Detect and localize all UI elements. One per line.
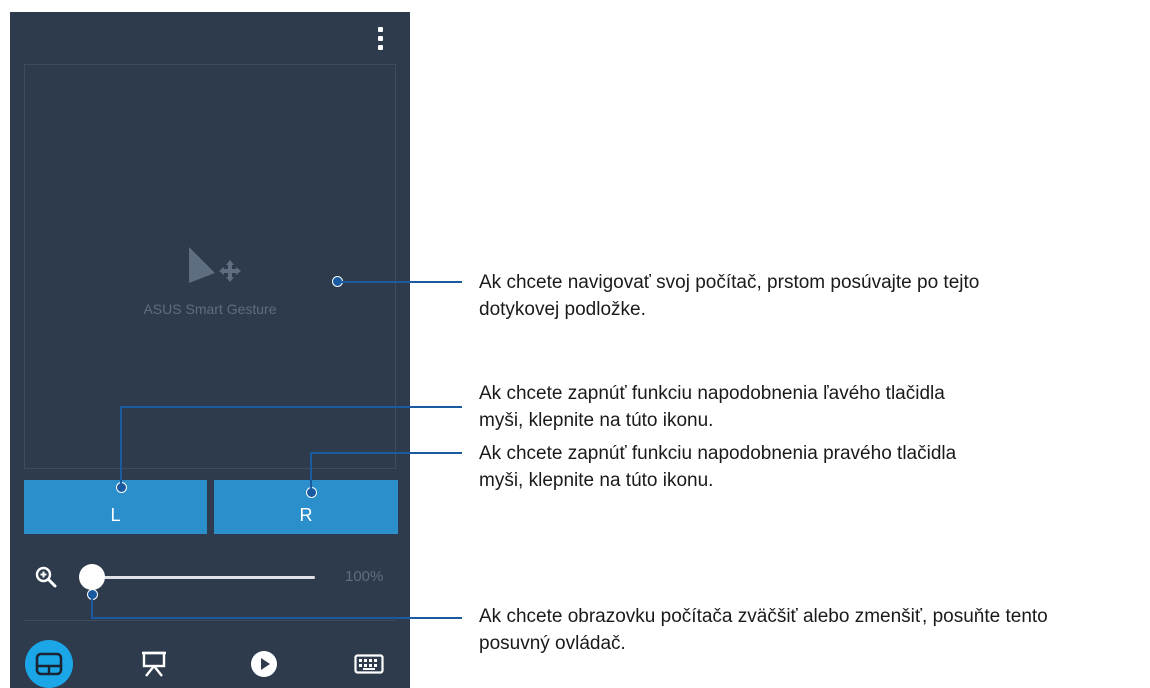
bottom-divider — [24, 620, 396, 621]
touchpad-icon — [35, 652, 63, 676]
keyboard-icon — [354, 654, 384, 674]
zoom-in-icon — [35, 566, 57, 588]
slider-callout-line1: Ak chcete obrazovku počítača zväčšiť ale… — [479, 606, 1048, 627]
right-button-callout-text: Ak chcete zapnúť funkciu napodobnenia pr… — [479, 440, 956, 494]
slider-callout-text: Ak chcete obrazovku počítača zväčšiť ale… — [479, 603, 1048, 657]
right-button-callout-hline — [310, 452, 462, 454]
slider-callout-line2: posuvný ovládač. — [479, 633, 626, 654]
nav-presentation-tab[interactable] — [130, 640, 178, 688]
left-button-callout-text: Ak chcete zapnúť funkciu napodobnenia ľa… — [479, 380, 945, 434]
play-icon — [251, 651, 277, 677]
left-click-label: L — [110, 505, 121, 525]
zoom-slider-track[interactable] — [92, 576, 315, 579]
left-button-callout-vline — [120, 406, 122, 486]
slider-callout-vline — [91, 594, 93, 618]
gesture-cursor-icon — [189, 247, 241, 283]
smart-gesture-app: ASUS Smart Gesture L R 100% — [10, 12, 410, 688]
zoom-value: 100% — [345, 568, 384, 585]
nav-touchpad-tab[interactable] — [25, 640, 73, 688]
touchpad-label: ASUS Smart Gesture — [143, 301, 277, 317]
overflow-menu-icon[interactable] — [368, 24, 392, 52]
zoom-slider-thumb[interactable] — [79, 564, 105, 590]
presentation-icon — [142, 651, 166, 677]
right-button-callout-vline — [310, 452, 312, 490]
slider-callout-hline — [91, 617, 462, 619]
touchpad-callout-line1: Ak chcete navigovať svoj počítač, prstom… — [479, 272, 980, 293]
touchpad-callout-line — [338, 281, 462, 283]
right-click-label: R — [299, 505, 313, 525]
touchpad-area[interactable]: ASUS Smart Gesture — [24, 64, 396, 469]
right-button-callout-line1: Ak chcete zapnúť funkciu napodobnenia pr… — [479, 443, 957, 464]
right-click-button[interactable]: R — [214, 480, 398, 534]
left-button-callout-line1: Ak chcete zapnúť funkciu napodobnenia ľa… — [479, 383, 945, 404]
left-button-callout-hline — [120, 406, 462, 408]
right-button-callout-line2: myši, klepnite na túto ikonu. — [479, 470, 714, 491]
touchpad-callout-text: Ak chcete navigovať svoj počítač, prstom… — [479, 269, 979, 323]
left-button-callout-line2: myši, klepnite na túto ikonu. — [479, 410, 714, 431]
touchpad-callout-line2: dotykovej podložke. — [479, 299, 646, 320]
nav-keyboard-tab[interactable] — [345, 640, 393, 688]
nav-media-tab[interactable] — [240, 640, 288, 688]
